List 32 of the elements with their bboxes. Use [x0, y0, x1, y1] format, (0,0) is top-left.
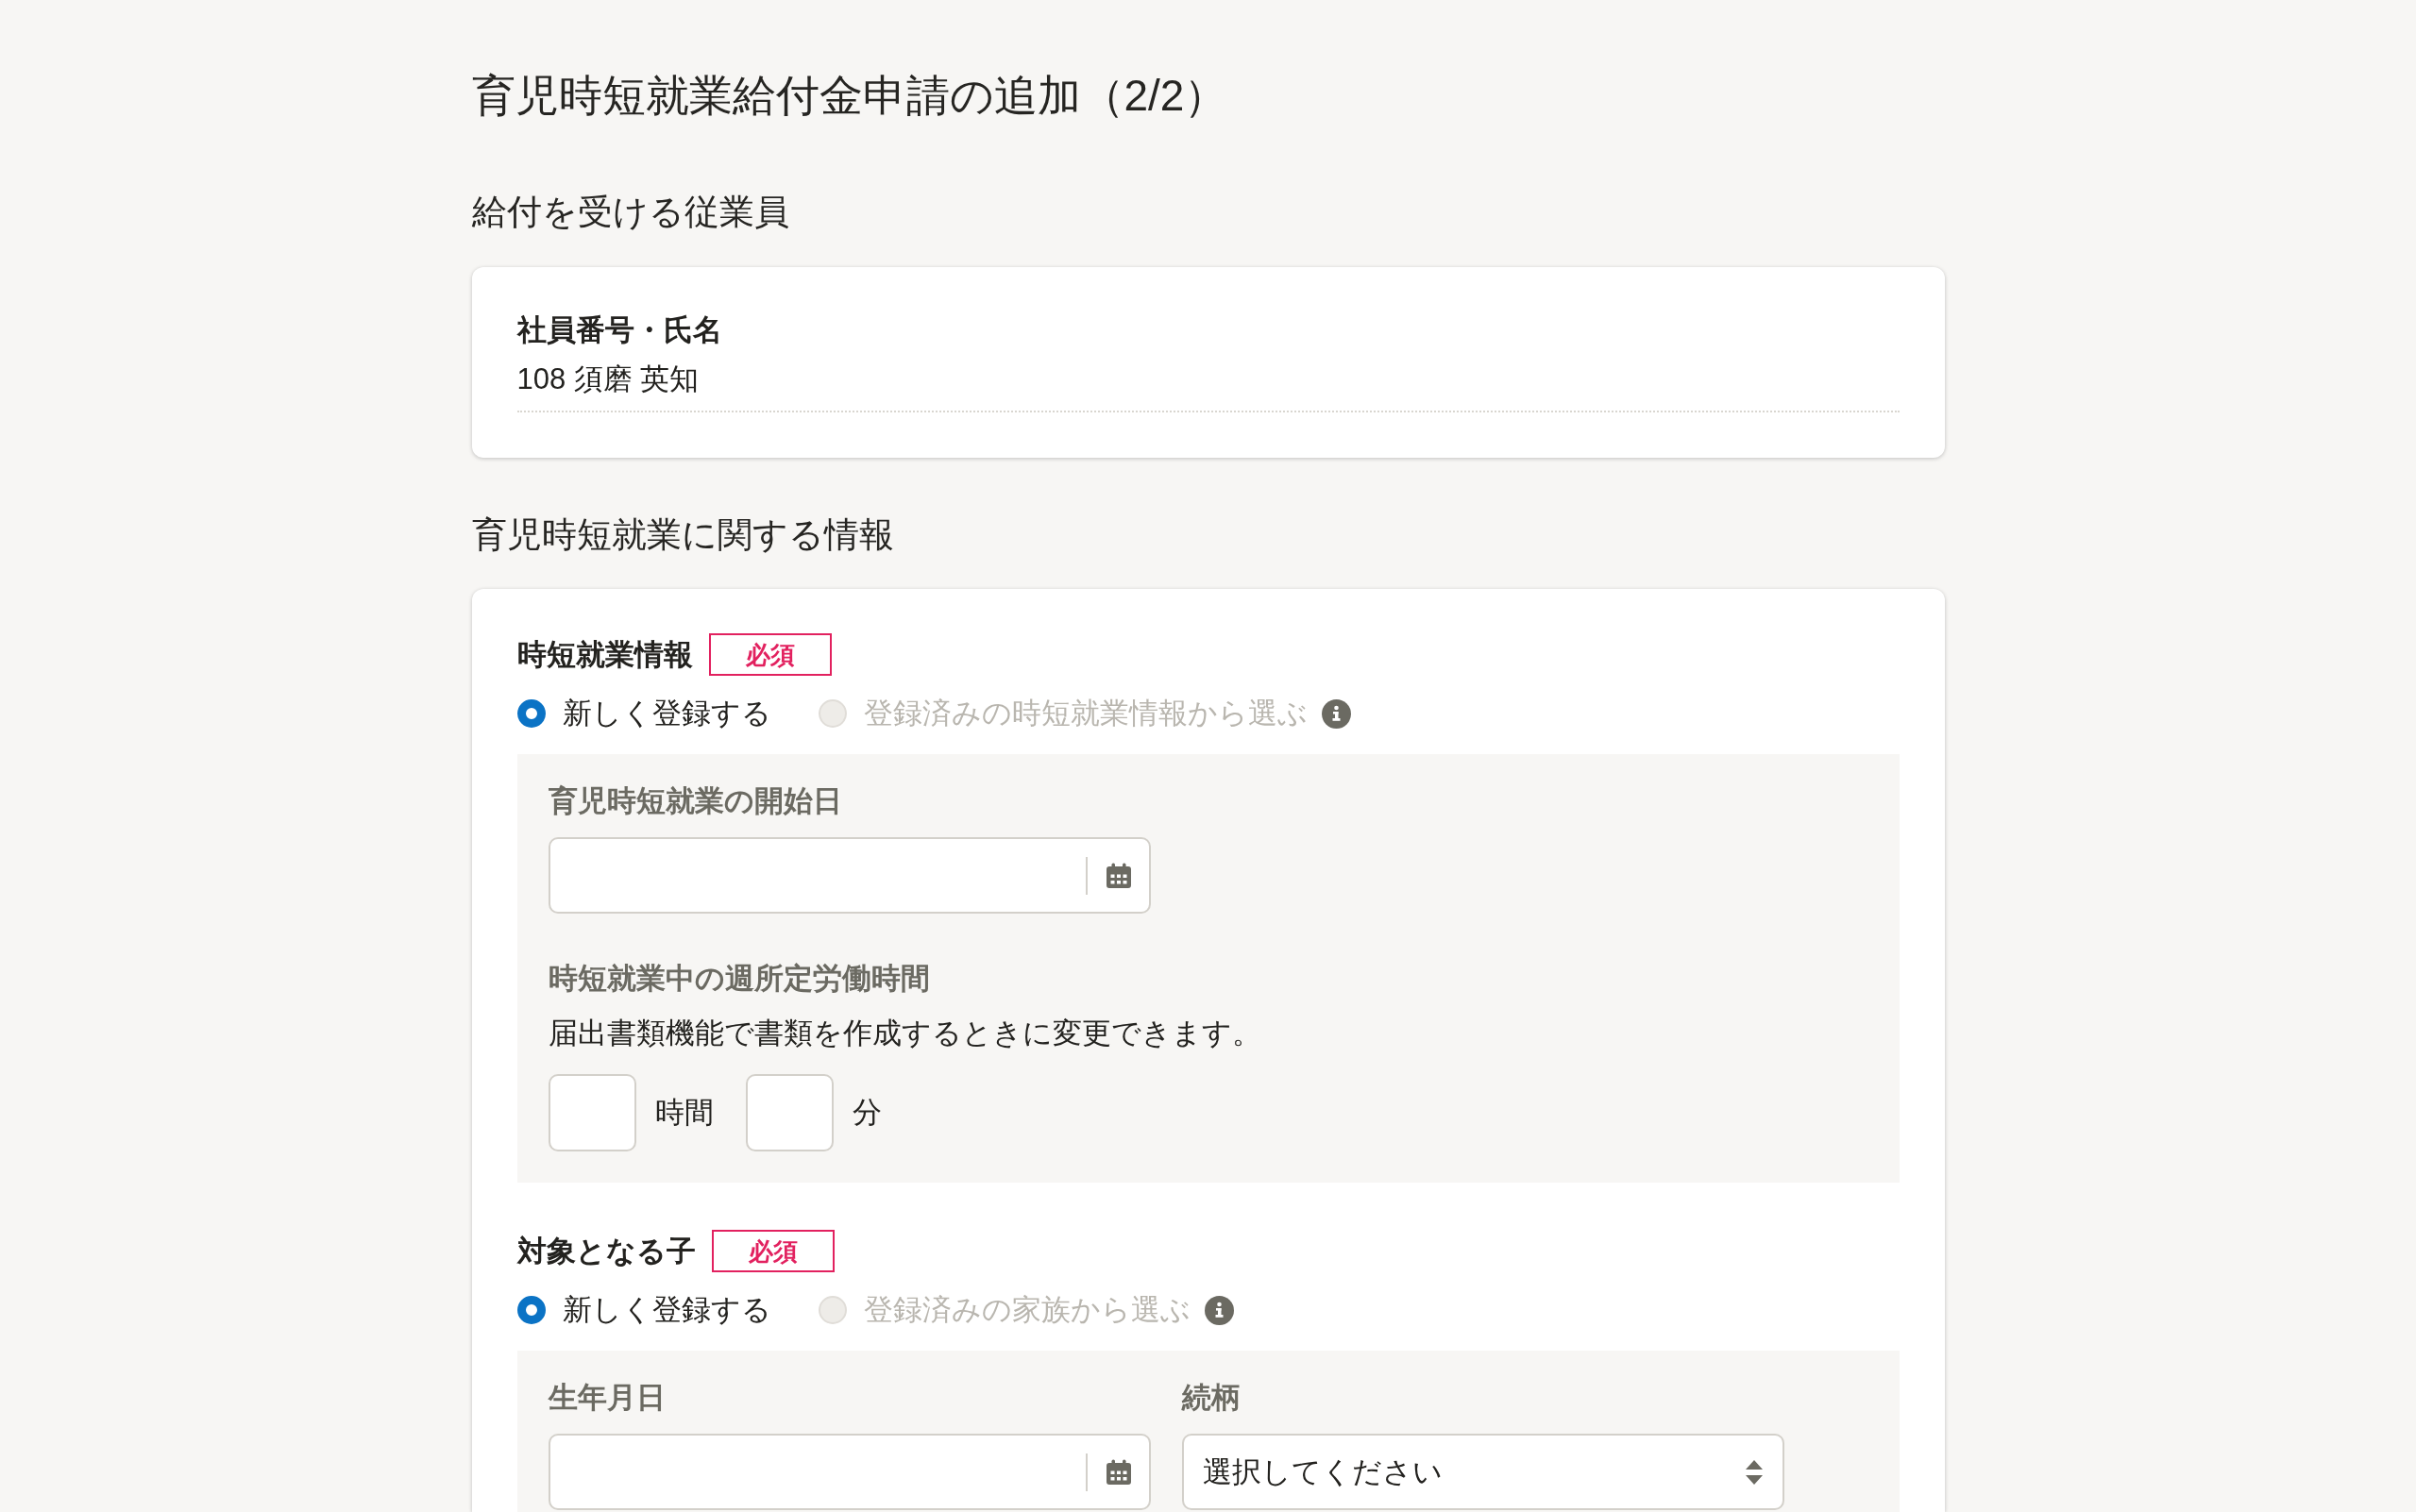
group-label: 時短就業情報 — [516, 636, 693, 673]
section-heading: 給付を受ける従業員 — [471, 192, 789, 233]
help-text: 届出書類機能で書類を作成するときに変更できます。 — [548, 1016, 1261, 1051]
field-value: 108 須磨 英知 — [516, 361, 700, 397]
option-label: 登録済みの家族から選ぶ — [863, 1292, 1191, 1328]
field-label: 育児時短就業の開始日 — [548, 783, 842, 819]
info-icon[interactable] — [1204, 1295, 1234, 1325]
option-label[interactable]: 新しく登録する — [562, 1291, 771, 1329]
option-label[interactable]: 新しく登録する — [562, 695, 771, 732]
unit-label: 分 — [852, 1095, 882, 1131]
number-field[interactable] — [548, 1074, 636, 1151]
page-title: 育児時短就業給付金申請の追加（2/2） — [471, 70, 1228, 122]
info-icon[interactable] — [1321, 698, 1351, 729]
field-label: 社員番号・氏名 — [516, 312, 722, 348]
calendar-icon[interactable] — [1105, 862, 1132, 889]
field-label: 続柄 — [1181, 1380, 1241, 1416]
field-label: 生年月日 — [548, 1380, 666, 1416]
radio-button[interactable] — [516, 1296, 546, 1324]
required-tag: 必須 — [711, 1230, 835, 1272]
date-field[interactable] — [548, 837, 1151, 914]
unit-label: 時間 — [654, 1095, 714, 1131]
sort-caret-icon — [1744, 1458, 1764, 1486]
field-label: 時短就業中の週所定労働時間 — [548, 961, 930, 997]
select-field[interactable]: 選択してください — [1181, 1434, 1784, 1510]
section-heading: 育児時短就業に関する情報 — [471, 514, 894, 556]
calendar-icon[interactable] — [1105, 1458, 1132, 1486]
radio-button[interactable] — [516, 699, 546, 728]
group-label: 対象となる子 — [516, 1233, 696, 1269]
option-label: 登録済みの時短就業情報から選ぶ — [863, 696, 1308, 731]
required-tag: 必須 — [708, 633, 832, 676]
number-field[interactable] — [745, 1074, 834, 1151]
date-field[interactable] — [548, 1434, 1151, 1510]
